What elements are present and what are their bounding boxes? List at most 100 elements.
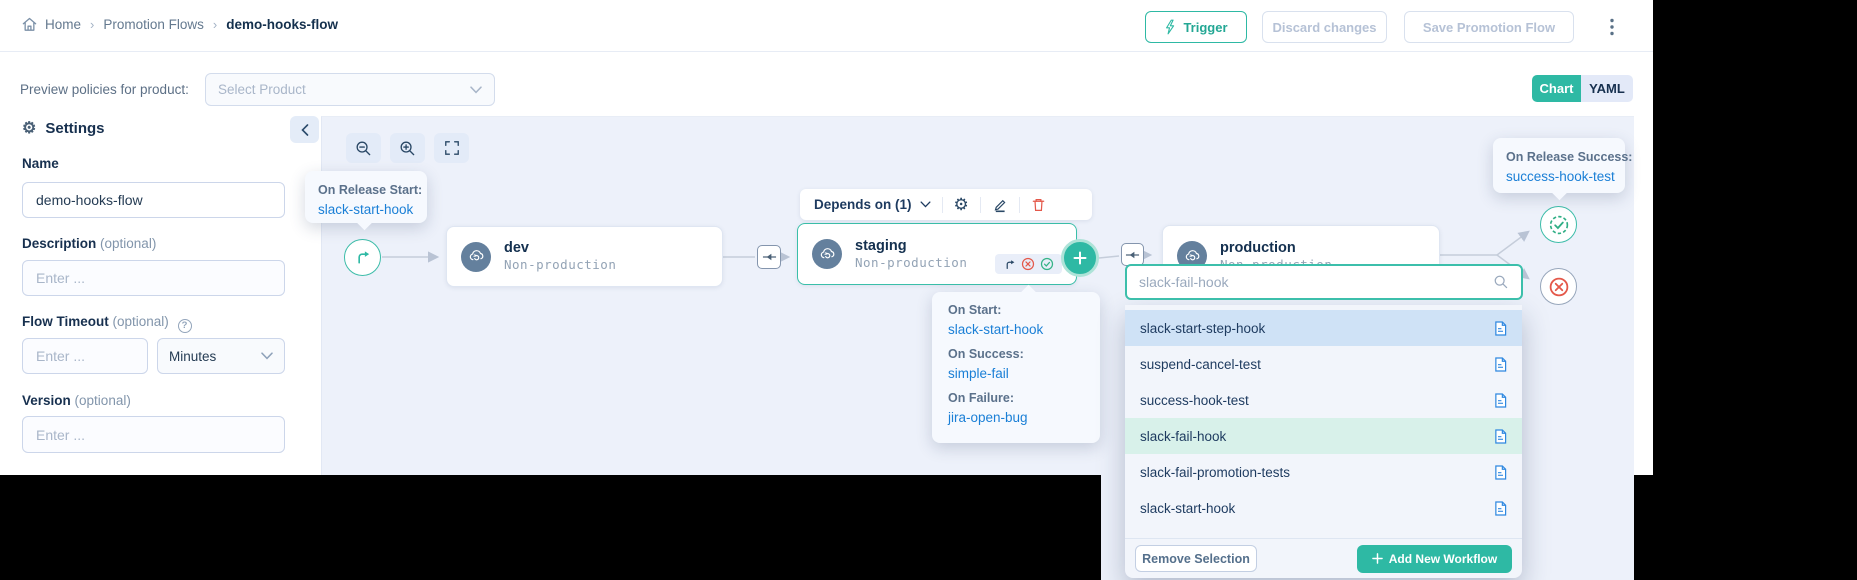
circle-x-icon [1548,276,1570,298]
workflow-list-item[interactable]: suspend-cancel-test [1125,346,1522,382]
zoom-in-button[interactable] [390,133,425,163]
product-select-placeholder: Select Product [218,82,306,97]
turn-right-arrow-icon [1003,258,1016,271]
hook-link[interactable]: jira-open-bug [948,408,1084,428]
workflow-list-item[interactable]: slack-start-hook [1125,490,1522,526]
edge-settings-button[interactable] [1121,243,1144,266]
depends-on-label: Depends on (1) [814,197,912,212]
node-settings-gear-icon[interactable]: ⚙ [954,195,969,215]
search-icon [1493,274,1509,290]
discard-label: Discard changes [1272,20,1376,35]
edge-settings-button[interactable] [757,245,781,269]
help-icon[interactable]: ? [178,319,192,333]
node-title: dev [504,240,616,257]
add-environment-button[interactable] [1061,239,1099,277]
name-input[interactable] [22,182,285,218]
remove-selection-button[interactable]: Remove Selection [1135,545,1257,572]
hook-label: On Start: [948,300,1084,320]
fit-view-button[interactable] [434,133,469,163]
release-success-tooltip: On Release Success: success-hook-test [1493,138,1625,193]
tab-chart[interactable]: Chart [1532,75,1581,102]
depends-on-dropdown[interactable]: Depends on (1) [814,197,931,212]
document-icon [1494,393,1507,408]
preview-policies-label: Preview policies for product: [20,82,189,97]
hook-link[interactable]: slack-start-hook [948,320,1084,340]
breadcrumb: Home › Promotion Flows › demo-hooks-flow [21,16,338,33]
workflow-list-item[interactable]: slack-start-step-hook [1125,310,1522,346]
flow-start-node[interactable] [344,239,381,276]
circle-x-icon [1021,257,1035,271]
hook-label: On Success: [948,344,1084,364]
trigger-label: Trigger [1183,20,1227,35]
version-label: Version (optional) [22,393,131,408]
breadcrumb-separator: › [90,17,94,32]
version-label-text: Version [22,393,71,408]
document-icon [1494,465,1507,480]
product-select[interactable]: Select Product [205,73,495,106]
add-new-workflow-button[interactable]: Add New Workflow [1357,545,1512,573]
workflow-dropdown-panel: slack-start-step-hook suspend-cancel-tes… [1125,305,1522,578]
breadcrumb-home[interactable]: Home [21,16,81,33]
node-subtitle: Non-production [504,257,616,273]
trigger-button[interactable]: Trigger [1145,11,1247,43]
tab-chart-label: Chart [1540,81,1574,96]
hook-link[interactable]: simple-fail [948,364,1084,384]
page: Home › Promotion Flows › demo-hooks-flow… [0,0,1857,580]
circle-check-icon [1548,214,1570,236]
workflow-item-label: slack-fail-hook [1140,429,1226,444]
toolbar-divider [980,197,981,213]
name-label: Name [22,156,59,171]
edit-pencil-icon[interactable] [992,197,1008,213]
remove-selection-label: Remove Selection [1142,552,1250,566]
help-mark: ? [182,320,188,331]
breadcrumb-separator: › [213,17,217,32]
version-input[interactable] [22,416,285,453]
save-promotion-flow-button[interactable]: Save Promotion Flow [1404,11,1574,43]
breadcrumb-section[interactable]: Promotion Flows [103,17,204,32]
node-title: production [1220,240,1332,257]
delete-trash-icon[interactable] [1031,197,1046,213]
discard-changes-button[interactable]: Discard changes [1262,11,1387,43]
tab-yaml[interactable]: YAML [1581,75,1633,102]
staging-hooks-pill[interactable] [995,254,1062,274]
hook-label: On Failure: [948,388,1084,408]
workflow-list-item[interactable]: slack-fail-promotion-tests [1125,454,1522,490]
tooltip-label: On Release Start: [318,180,414,200]
document-icon [1494,321,1507,336]
document-icon [1494,429,1507,444]
flow-timeout-input[interactable] [22,338,148,374]
node-title: staging [855,238,967,255]
optional-hint: (optional) [100,236,156,251]
workflow-list-item[interactable]: success-hook-test [1125,382,1522,418]
document-icon [1494,357,1507,372]
staging-node-toolbar: Depends on (1) ⚙ [800,189,1092,220]
node-subtitle: Non-production [855,255,967,271]
flow-timeout-label-text: Flow Timeout [22,314,109,329]
release-success-node[interactable] [1540,206,1577,243]
view-toggle: Chart YAML [1532,75,1633,102]
release-failure-node[interactable] [1540,268,1577,305]
tooltip-label: On Release Success: [1506,147,1612,167]
zoom-out-button[interactable] [346,133,381,163]
toolbar-divider [942,197,943,213]
circle-check-icon [1040,257,1054,271]
environment-cloud-icon [461,242,491,272]
node-dev[interactable]: dev Non-production [446,226,723,287]
chevron-down-icon [920,201,931,208]
description-label: Description (optional) [22,236,156,251]
workflow-item-label: success-hook-test [1140,393,1249,408]
add-new-workflow-label: Add New Workflow [1389,552,1497,566]
workflow-list-item[interactable]: slack-fail-hook [1125,418,1522,454]
sidebar-collapse-button[interactable] [290,116,319,143]
tab-yaml-label: YAML [1589,81,1625,96]
description-input[interactable] [22,260,285,296]
breadcrumb-current: demo-hooks-flow [226,17,338,32]
timeout-unit-select[interactable]: Minutes [157,338,285,374]
workflow-item-label: slack-start-step-hook [1140,321,1265,336]
settings-header: ⚙ Settings [22,118,105,138]
timeout-unit-value: Minutes [169,349,216,364]
flow-timeout-label: Flow Timeout (optional) ? [22,314,187,331]
more-options-button[interactable] [1598,13,1626,41]
workflow-search-input[interactable] [1139,274,1493,290]
chevron-down-icon [261,352,273,360]
